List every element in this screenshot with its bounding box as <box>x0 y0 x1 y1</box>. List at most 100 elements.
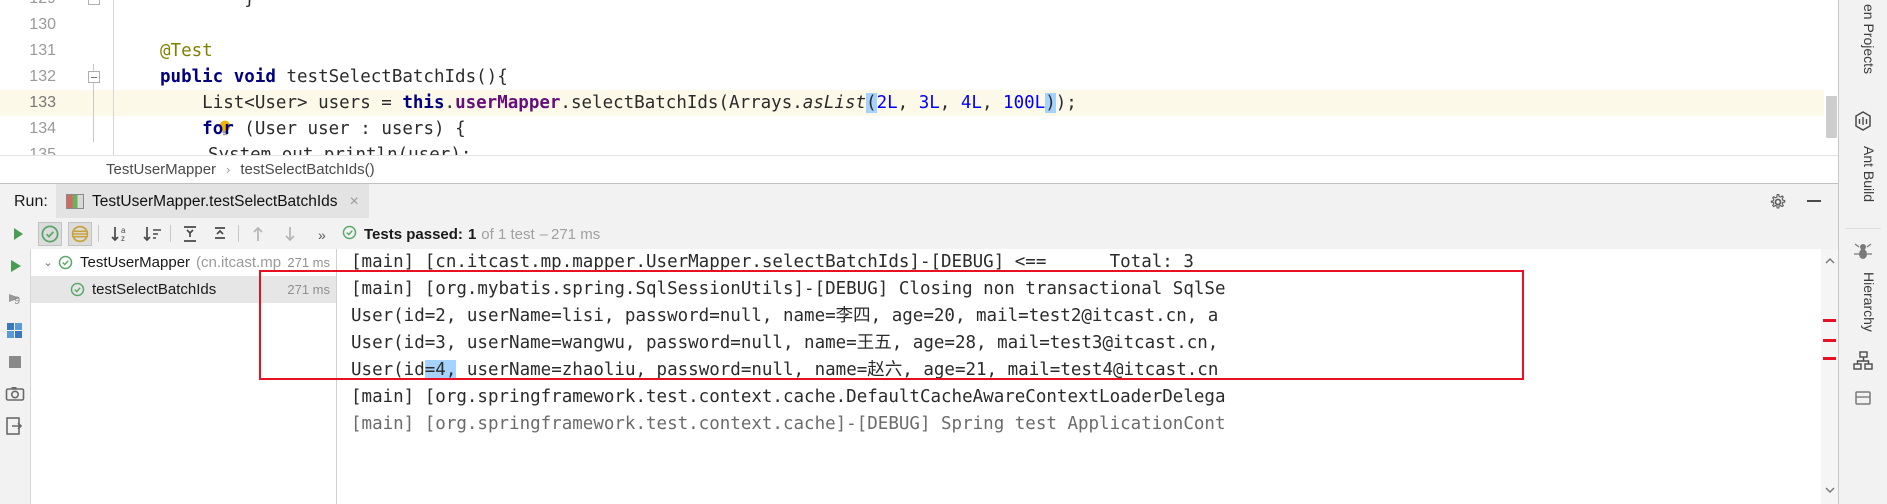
type-list: List<User> <box>202 93 308 113</box>
test-class-package: (cn.itcast.mp <box>196 254 282 271</box>
error-stripe-mark[interactable] <box>1823 357 1836 360</box>
ant-icon[interactable] <box>1852 240 1874 262</box>
run-tool-window-header: Run: TestUserMapper.testSelectBatchIds × <box>0 183 1839 219</box>
toggle-ignored-tests-button[interactable] <box>68 222 92 246</box>
console-line-suffix: userName=zhaoliu, password=null, name=赵六… <box>456 360 1219 380</box>
breadcrumb-separator-icon: › <box>226 162 231 177</box>
rerun-button[interactable] <box>6 222 30 246</box>
sidebar-item-hierarchy[interactable]: Hierarchy <box>1861 272 1877 332</box>
code-line-130[interactable]: 130 <box>0 12 1839 38</box>
console-line: [main] [org.springframework.test.context… <box>351 387 1226 407</box>
test-duration: 271 ms <box>287 255 330 270</box>
gear-icon[interactable] <box>1769 193 1787 211</box>
scroll-up-icon[interactable] <box>1824 253 1836 271</box>
sort-by-duration-button[interactable] <box>140 222 164 246</box>
test-results-tree[interactable]: ⌄ TestUserMapper (cn.itcast.mp 271 ms te… <box>31 249 337 504</box>
fold-marker-icon[interactable] <box>88 0 100 5</box>
rerun-failed-button[interactable]: 9 <box>4 287 26 309</box>
sidebar-item-maven-projects[interactable]: en Projects <box>1861 4 1877 74</box>
console-output[interactable]: [main] [cn.itcast.mp.mapper.UserMapper.s… <box>337 249 1821 504</box>
tests-of-label: of 1 test <box>481 226 535 243</box>
fold-region-line <box>93 90 94 116</box>
code-line-131[interactable]: 131 @Test <box>0 38 1839 64</box>
breadcrumb-item-class[interactable]: TestUserMapper <box>104 161 218 178</box>
console-scrollbar[interactable] <box>1821 249 1839 504</box>
intention-bulb-icon[interactable] <box>134 94 231 136</box>
console-line: User(id=3, userName=wangwu, password=nul… <box>351 333 1219 353</box>
check-circle-icon <box>57 254 74 271</box>
test-duration: 271 ms <box>287 282 330 297</box>
code-line-135[interactable]: 135 System.out.println(user); <box>0 142 1839 155</box>
line-number: 130 <box>29 16 56 33</box>
collapse-all-button[interactable] <box>208 222 232 246</box>
toggle-auto-test-button[interactable] <box>4 319 26 341</box>
toggle-passed-tests-button[interactable] <box>38 222 62 246</box>
sort-alphabetically-button[interactable]: az <box>108 222 132 246</box>
test-tree-row-method[interactable]: testSelectBatchIds 271 ms <box>31 276 336 303</box>
toolbar-separator <box>238 225 239 242</box>
console-line: [main] [cn.itcast.mp.mapper.UserMapper.s… <box>351 252 1194 272</box>
minimize-icon[interactable] <box>1807 200 1821 202</box>
pin-icon[interactable] <box>1852 388 1874 410</box>
method-name: testSelectBatchIds <box>286 67 477 87</box>
selected-text[interactable]: =4, <box>424 360 457 380</box>
var-users: users <box>381 119 434 139</box>
code-line-129[interactable]: 129 } <box>0 0 1839 12</box>
check-circle-icon <box>69 281 86 298</box>
right-tool-window-bar: en Projects Ant Build Hierarchy <box>1838 0 1887 504</box>
console-line: [main] [org.springframework.test.context… <box>351 414 1226 434</box>
test-state-icon <box>66 194 84 209</box>
keyword-this: this <box>402 93 445 113</box>
scroll-down-icon[interactable] <box>1824 482 1836 500</box>
export-icon[interactable] <box>4 415 26 437</box>
tests-passed-count: 1 <box>467 226 477 243</box>
type-user: User <box>254 119 297 139</box>
code-text: for (User user : users) { <box>202 119 466 139</box>
matched-brace: ( <box>866 93 877 113</box>
close-icon[interactable]: × <box>350 193 359 210</box>
editor-scrollbar[interactable] <box>1824 0 1839 155</box>
previous-failed-test-button[interactable] <box>246 222 270 246</box>
svg-text:z: z <box>121 234 125 243</box>
console-line: [main] [org.mybatis.spring.SqlSessionUti… <box>351 279 1226 299</box>
toolbar-separator <box>98 225 99 242</box>
editor-scrollbar-thumb[interactable] <box>1826 96 1837 138</box>
literal-3: 100L <box>1003 93 1046 113</box>
code-text: System.out.println(user); <box>208 145 472 155</box>
run-configuration-tab[interactable]: TestUserMapper.testSelectBatchIds × <box>56 184 369 219</box>
test-tree-row-class[interactable]: ⌄ TestUserMapper (cn.itcast.mp 271 ms <box>31 249 336 276</box>
error-stripe-mark[interactable] <box>1823 319 1836 322</box>
run-tool-button[interactable] <box>4 255 26 277</box>
run-side-toolbar: 9 <box>0 249 31 504</box>
code-line-133[interactable]: 133 List<User> users = this.userMapper.s… <box>0 90 1839 136</box>
var-users: users <box>318 93 371 113</box>
literal-0: 2L <box>876 93 898 113</box>
breadcrumb[interactable]: TestUserMapper › testSelectBatchIds() <box>0 155 1839 183</box>
code-editor[interactable]: 129 } 130 131 @Test 132 public void test… <box>0 0 1839 155</box>
keyword-public: public <box>160 67 224 87</box>
run-test-gutter-icon[interactable] <box>58 69 157 112</box>
console-line-prefix: User(id <box>351 360 425 380</box>
fold-marker-icon[interactable] <box>88 71 100 83</box>
code-line-134[interactable]: 134 for (User user : users) { <box>0 116 1839 142</box>
field-usermapper: userMapper <box>455 93 561 113</box>
next-failed-test-button[interactable] <box>278 222 302 246</box>
hierarchy-icon[interactable] <box>1852 350 1874 372</box>
chevron-down-icon[interactable]: ⌄ <box>39 256 57 269</box>
maven-icon[interactable] <box>1852 110 1874 132</box>
code-text: List<User> users = this.userMapper.selec… <box>202 93 1077 113</box>
expand-all-button[interactable] <box>178 222 202 246</box>
run-tab-title: TestUserMapper.testSelectBatchIds <box>92 192 338 210</box>
camera-icon[interactable] <box>4 383 26 405</box>
console-line-selected: User(id=4, userName=zhaoliu, password=nu… <box>337 357 1821 384</box>
sidebar-item-ant-build[interactable]: Ant Build <box>1861 146 1877 202</box>
breadcrumb-item-method[interactable]: testSelectBatchIds() <box>238 161 376 178</box>
toolbar-overflow-button[interactable]: » <box>318 227 326 243</box>
test-status-bar: Tests passed: 1 of 1 test – 271 ms <box>341 224 600 245</box>
code-line-132[interactable]: 132 public void testSelectBatchIds(){ <box>0 64 1839 112</box>
line-number: 135 <box>29 146 56 155</box>
stop-button[interactable] <box>4 351 26 373</box>
test-method-name: testSelectBatchIds <box>92 281 217 298</box>
line-number: 132 <box>29 68 56 85</box>
error-stripe-mark[interactable] <box>1823 339 1836 342</box>
